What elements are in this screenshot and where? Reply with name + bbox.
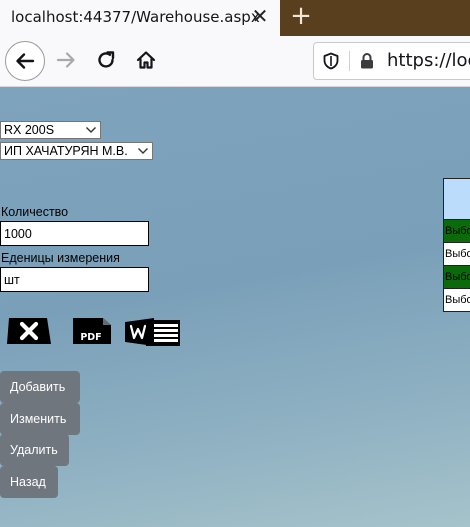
model-select-value: RX 200S [4,123,55,137]
unit-input[interactable]: шт [0,267,149,292]
grid-header [444,179,470,220]
tab-title: localhost:44377/Warehouse.aspx [11,8,260,26]
table-row[interactable]: Выбо [444,266,470,289]
close-icon[interactable]: ✕ [250,6,270,26]
url-separator [349,51,350,71]
warehouse-grid: Выбо Выбо Выбо Выбо [443,178,470,312]
tab-bar: localhost:44377/Warehouse.aspx ✕ + [0,0,470,36]
reload-icon [98,51,115,68]
forward-arrow-icon [56,52,75,68]
navigation-toolbar: https://loca [0,36,470,87]
home-icon [136,51,156,69]
quantity-label: Количество [1,205,69,219]
home-button[interactable] [128,42,164,78]
reload-button[interactable] [88,42,124,78]
page-viewport: RX 200S ИП ХАЧАТУРЯН М.В. Количество 100… [0,87,470,527]
browser-tab[interactable]: localhost:44377/Warehouse.aspx ✕ [0,0,280,36]
add-button[interactable]: Добавить [0,371,80,403]
quantity-input[interactable]: 1000 [0,221,149,246]
chevron-down-icon [86,127,96,133]
lock-icon[interactable] [358,52,376,70]
model-select[interactable]: RX 200S [0,121,101,139]
pdf-icon-text: PDF [80,332,101,343]
chevron-down-icon [138,148,148,154]
new-tab-button[interactable]: + [288,3,314,29]
table-row[interactable]: Выбо [444,243,470,266]
back-button[interactable] [5,41,45,81]
delete-button[interactable]: Удалить [0,434,69,466]
pdf-icon[interactable]: PDF [71,316,113,346]
forward-button[interactable] [48,42,84,78]
address-bar[interactable]: https://loca [313,42,470,80]
back-nav-button[interactable]: Назад [0,466,58,498]
shield-icon[interactable] [322,52,340,70]
supplier-select[interactable]: ИП ХАЧАТУРЯН М.В. [0,142,153,160]
supplier-select-value: ИП ХАЧАТУРЯН М.В. [4,144,128,158]
word-icon[interactable] [124,316,182,348]
edit-button[interactable]: Изменить [0,403,80,435]
excel-icon[interactable] [6,316,52,346]
url-text: https://loca [387,50,470,71]
unit-label: Еденицы измерения [1,251,120,265]
back-arrow-icon [16,53,35,69]
table-row[interactable]: Выбо [444,289,470,311]
table-row[interactable]: Выбо [444,220,470,243]
